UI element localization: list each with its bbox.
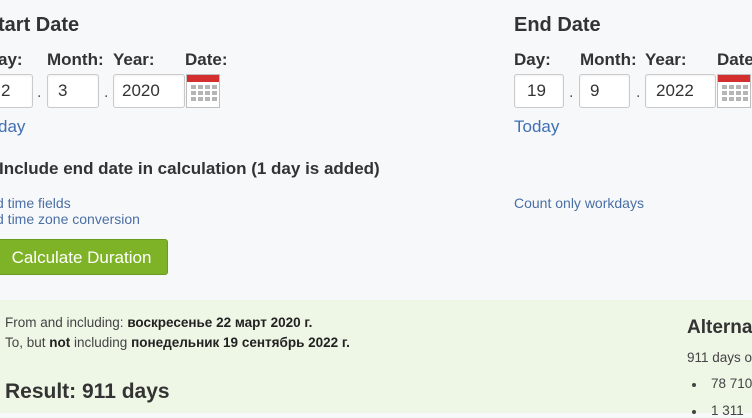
alternative-item-2: 1 311 — [711, 403, 744, 418]
start-year-input[interactable]: 2020 — [113, 74, 185, 108]
start-month-input[interactable]: 3 — [47, 74, 99, 108]
result-to-date: понедельник 19 сентябрь 2022 г. — [131, 335, 350, 350]
result-from-line: From and including: воскресенье 22 март … — [5, 315, 312, 330]
start-date-label: Date: — [185, 50, 228, 69]
start-separator-1: . — [37, 84, 42, 101]
start-day-label: ay: — [0, 50, 23, 69]
alternative-title: Alterna — [687, 317, 752, 338]
alternative-bullet-1 — [692, 383, 696, 387]
include-end-date-option[interactable]: Include end date in calculation (1 day i… — [0, 159, 380, 179]
start-today-link[interactable]: day — [0, 117, 25, 137]
start-year-label: Year: — [113, 50, 155, 69]
end-month-input[interactable]: 9 — [579, 74, 630, 108]
end-today-link[interactable]: Today — [514, 117, 559, 137]
result-from-date: воскресенье 22 март 2020 г. — [127, 315, 313, 330]
end-day-input[interactable]: 19 — [514, 74, 564, 108]
end-separator-2: . — [636, 84, 641, 101]
result-to-line: To, but not including понедельник 19 сен… — [5, 335, 350, 350]
alternative-days: 911 days o — [687, 350, 752, 365]
end-date-label: Date — [717, 50, 752, 69]
result-summary: Result: 911 days — [5, 380, 170, 403]
end-year-label: Year: — [645, 50, 687, 69]
result-to-not: not — [49, 335, 71, 350]
start-month-label: Month: — [47, 50, 104, 69]
result-from-prefix: From and including: — [5, 315, 128, 330]
count-workdays-link[interactable]: Count only workdays — [514, 195, 644, 211]
alternative-bullet-2 — [692, 410, 696, 414]
start-separator-2: . — [104, 84, 109, 101]
end-year-input[interactable]: 2022 — [645, 74, 716, 108]
end-calendar-icon[interactable] — [717, 74, 751, 108]
result-to-middle: including — [70, 335, 132, 350]
end-month-label: Month: — [580, 50, 637, 69]
start-calendar-icon[interactable] — [186, 74, 220, 108]
end-date-title: End Date — [514, 14, 601, 36]
add-time-zone-link[interactable]: d time zone conversion — [0, 211, 140, 227]
end-day-label: Day: — [514, 50, 551, 69]
alternative-item-1: 78 710 — [711, 376, 752, 391]
start-date-title: tart Date — [0, 14, 80, 36]
start-day-input[interactable]: 2 — [0, 74, 33, 108]
result-to-prefix: To, but — [5, 335, 50, 350]
add-time-fields-link[interactable]: d time fields — [0, 195, 71, 211]
end-separator-1: . — [569, 84, 574, 101]
calculate-duration-button[interactable]: Calculate Duration — [0, 239, 168, 275]
